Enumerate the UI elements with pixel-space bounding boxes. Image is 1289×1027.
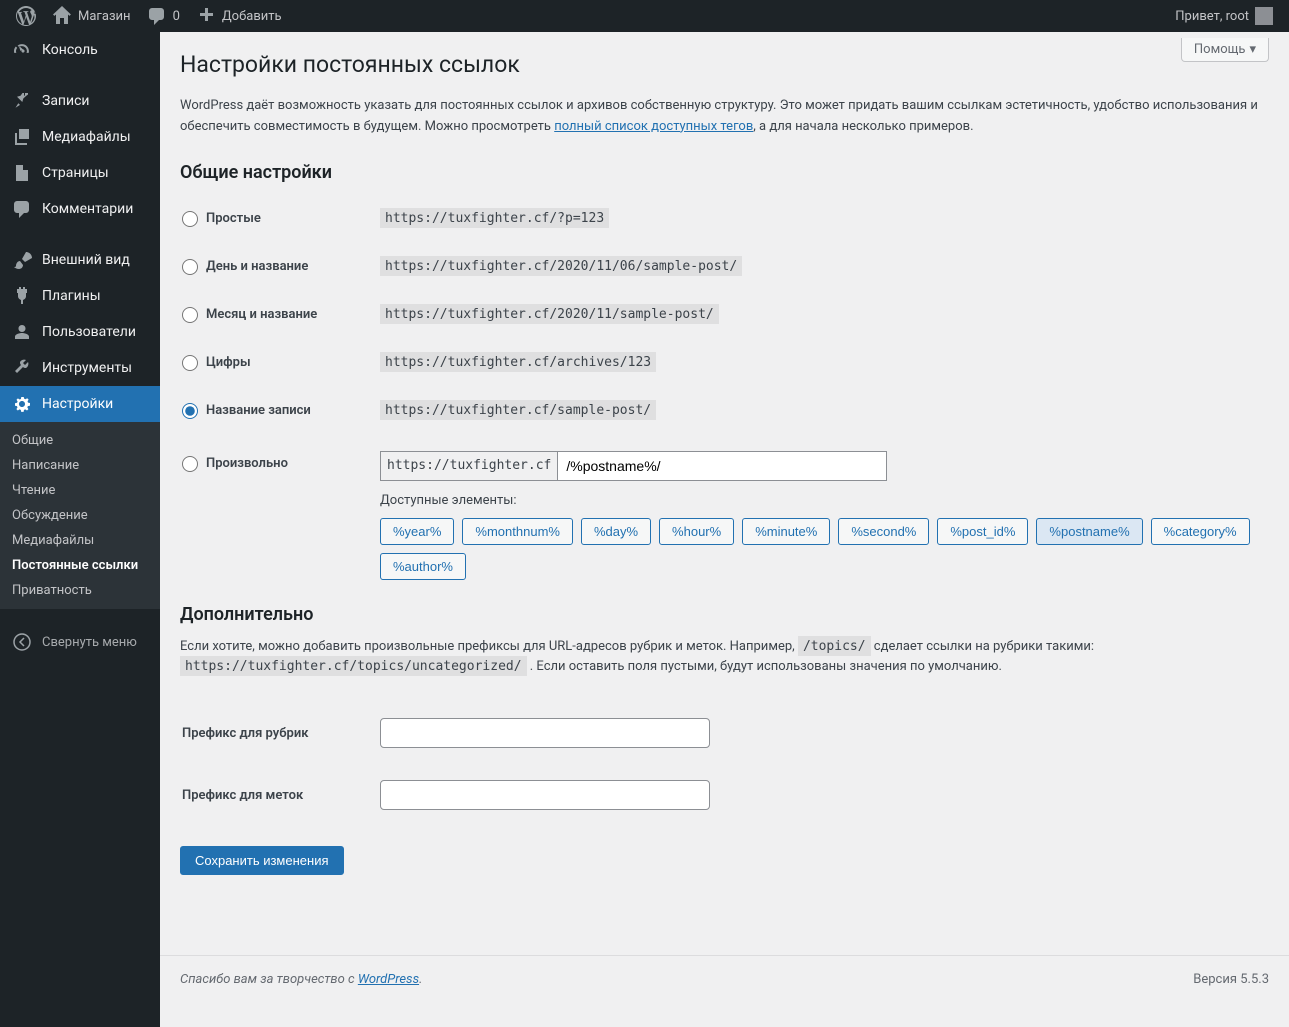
sub-privacy[interactable]: Приватность (0, 578, 160, 603)
collapse-menu[interactable]: Свернуть меню (0, 624, 160, 660)
add-new-text: Добавить (222, 9, 282, 24)
optional-desc: Если хотите, можно добавить произвольные… (180, 637, 1269, 679)
tag-button[interactable]: %category% (1151, 518, 1250, 545)
menu-plugins[interactable]: Плагины (0, 278, 160, 314)
radio-plain[interactable] (182, 211, 198, 227)
settings-icon (12, 394, 32, 414)
category-base-input[interactable] (380, 718, 710, 748)
example-dayname: https://tuxfighter.cf/2020/11/06/sample-… (380, 256, 742, 276)
brush-icon (12, 250, 32, 270)
avatar (1255, 7, 1273, 25)
collapse-icon (12, 632, 32, 652)
tag-button[interactable]: %hour% (659, 518, 734, 545)
menu-settings[interactable]: Настройки (0, 386, 160, 422)
radio-dayname[interactable] (182, 259, 198, 275)
label-plain: Простые (206, 211, 261, 226)
add-new-link[interactable]: Добавить (188, 0, 290, 32)
tools-icon (12, 358, 32, 378)
label-monthname: Месяц и название (206, 307, 317, 322)
menu-dashboard[interactable]: Консоль (0, 32, 160, 68)
wordpress-icon (16, 6, 36, 26)
comments-icon (12, 199, 32, 219)
menu-tools[interactable]: Инструменты (0, 350, 160, 386)
common-settings-heading: Общие настройки (180, 162, 1269, 183)
tag-button[interactable]: %postname% (1036, 518, 1142, 545)
example-postname: https://tuxfighter.cf/sample-post/ (380, 400, 656, 420)
menu-pages[interactable]: Страницы (0, 155, 160, 191)
intro-text: WordPress даёт возможность указать для п… (180, 96, 1269, 138)
menu-comments[interactable]: Комментарии (0, 191, 160, 227)
sub-reading[interactable]: Чтение (0, 478, 160, 503)
tag-button[interactable]: %day% (581, 518, 651, 545)
save-button[interactable]: Сохранить изменения (180, 846, 344, 875)
site-name-text: Магазин (78, 9, 131, 24)
plus-icon (196, 6, 216, 26)
media-icon (12, 127, 32, 147)
comments-link[interactable]: 0 (139, 0, 188, 32)
radio-custom[interactable] (182, 456, 198, 472)
dashboard-icon (12, 40, 32, 60)
chevron-down-icon: ▾ (1249, 42, 1256, 57)
menu-posts[interactable]: Записи (0, 83, 160, 119)
site-name-link[interactable]: Магазин (44, 0, 139, 32)
tags-docs-link[interactable]: полный список доступных тегов (554, 119, 753, 134)
greeting-text: Привет, root (1175, 9, 1249, 24)
pin-icon (12, 91, 32, 111)
sub-permalinks[interactable]: Постоянные ссылки (0, 553, 160, 578)
my-account[interactable]: Привет, root (1167, 0, 1281, 32)
label-postname: Название записи (206, 403, 311, 418)
tag-button[interactable]: %minute% (742, 518, 830, 545)
tag-button[interactable]: %author% (380, 553, 466, 580)
sub-writing[interactable]: Написание (0, 453, 160, 478)
tag-button[interactable]: %monthnum% (462, 518, 573, 545)
structure-tags: %year% %monthnum% %day% %hour% %minute% %seco… (380, 518, 1269, 580)
radio-monthname[interactable] (182, 307, 198, 323)
wordpress-link[interactable]: WordPress (358, 972, 419, 987)
tag-button[interactable]: %year% (380, 518, 454, 545)
admin-menu: Консоль Записи Медиафайлы Страницы Комме… (0, 32, 160, 1027)
home-icon (52, 6, 72, 26)
sub-discussion[interactable]: Обсуждение (0, 503, 160, 528)
page-icon (12, 163, 32, 183)
menu-appearance[interactable]: Внешний вид (0, 242, 160, 278)
users-icon (12, 322, 32, 342)
radio-numeric[interactable] (182, 355, 198, 371)
comment-icon (147, 6, 167, 26)
available-label: Доступные элементы: (380, 493, 1269, 508)
radio-postname[interactable] (182, 403, 198, 419)
wp-logo[interactable] (8, 0, 44, 32)
label-numeric: Цифры (206, 355, 251, 370)
custom-prefix: https://tuxfighter.cf (380, 451, 557, 481)
tag-base-label: Префикс для меток (182, 788, 303, 803)
settings-submenu: Общие Написание Чтение Обсуждение Медиаф… (0, 422, 160, 609)
version-text: Версия 5.5.3 (1193, 972, 1269, 987)
label-custom: Произвольно (206, 456, 288, 471)
sub-media[interactable]: Медиафайлы (0, 528, 160, 553)
tag-button[interactable]: %post_id% (937, 518, 1028, 545)
example-plain: https://tuxfighter.cf/?p=123 (380, 208, 609, 228)
menu-media[interactable]: Медиафайлы (0, 119, 160, 155)
sub-general[interactable]: Общие (0, 428, 160, 453)
menu-users[interactable]: Пользователи (0, 314, 160, 350)
example-numeric: https://tuxfighter.cf/archives/123 (380, 352, 656, 372)
admin-footer: Спасибо вам за творчество с WordPress. В… (160, 955, 1289, 1003)
plugin-icon (12, 286, 32, 306)
tag-base-input[interactable] (380, 780, 710, 810)
label-dayname: День и название (206, 259, 308, 274)
help-tab[interactable]: Помощь ▾ (1181, 38, 1269, 62)
tag-button[interactable]: %second% (838, 518, 929, 545)
category-base-label: Префикс для рубрик (182, 726, 308, 741)
optional-heading: Дополнительно (180, 604, 1269, 625)
content-area: Помощь ▾ Настройки постоянных ссылок Wor… (160, 32, 1289, 1027)
example-monthname: https://tuxfighter.cf/2020/11/sample-pos… (380, 304, 719, 324)
page-title: Настройки постоянных ссылок (180, 42, 1269, 82)
comments-count: 0 (173, 9, 180, 24)
custom-structure-input[interactable] (557, 451, 887, 481)
admin-toolbar: Магазин 0 Добавить Привет, root (0, 0, 1289, 32)
